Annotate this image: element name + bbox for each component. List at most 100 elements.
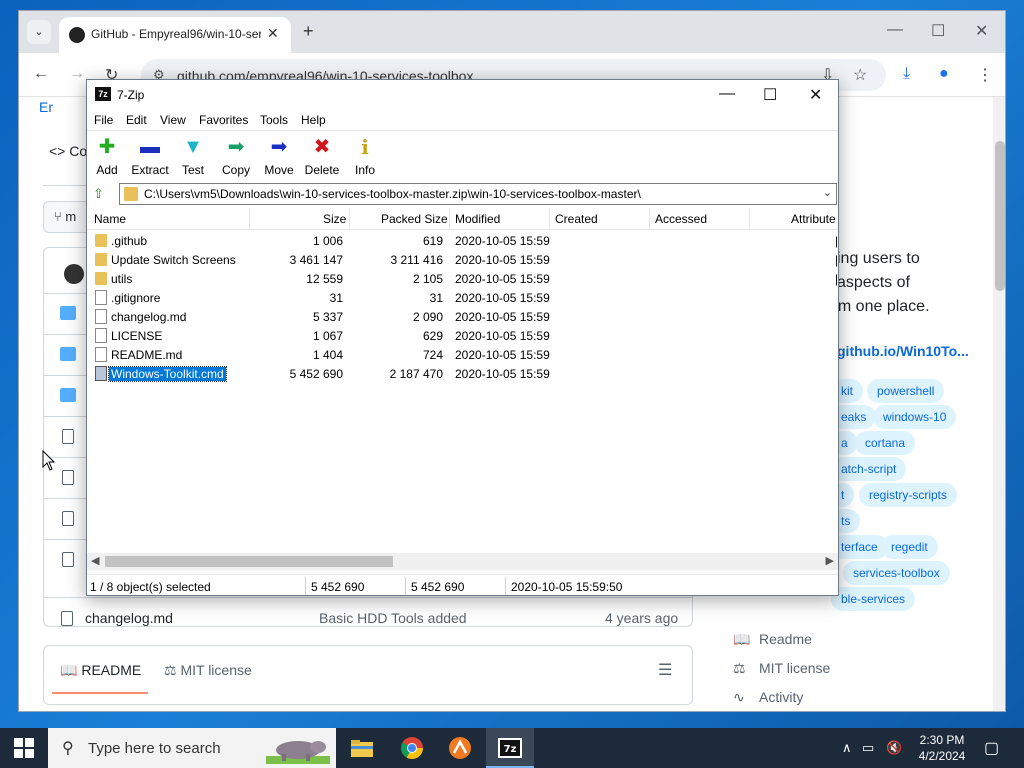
back-icon[interactable]: ← <box>33 65 49 83</box>
up-folder-icon[interactable]: ⇧ <box>93 186 109 202</box>
app-orange-icon[interactable] <box>436 728 484 768</box>
column-divider[interactable] <box>649 208 650 230</box>
tab-code[interactable]: <> Co <box>49 143 87 159</box>
topic-tag[interactable]: powershell <box>867 379 945 403</box>
column-accessed[interactable]: Accessed <box>655 212 707 226</box>
menu-edit[interactable]: Edit <box>126 113 147 127</box>
maximize-icon[interactable]: ☐ <box>931 21 945 41</box>
github-logo-icon <box>69 27 85 43</box>
delete-button[interactable]: ✖ Delete <box>299 135 345 177</box>
menu-help[interactable]: Help <box>301 113 326 127</box>
top-nav-link[interactable]: Er <box>39 99 53 115</box>
bookmark-star-icon[interactable]: ☆ <box>853 65 867 85</box>
file-explorer-icon[interactable] <box>338 728 386 768</box>
test-button[interactable]: ▼ Test <box>170 135 216 177</box>
avatar[interactable] <box>64 264 84 284</box>
minimize-icon[interactable]: — <box>719 85 735 103</box>
info-button[interactable]: i Info <box>342 135 388 177</box>
file-row[interactable]: LICENSE 1 067 629 2020-10-05 15:59 <box>87 326 838 345</box>
maximize-icon[interactable]: ☐ <box>763 85 777 105</box>
topic-tag[interactable]: ble-services <box>831 587 916 611</box>
profile-icon[interactable]: ● <box>939 65 949 83</box>
column-size[interactable]: Size <box>323 212 346 226</box>
scrollbar-thumb[interactable] <box>105 556 393 567</box>
column-divider[interactable] <box>449 208 450 230</box>
menu-kebab-icon[interactable]: ⋮ <box>977 65 993 85</box>
column-name[interactable]: Name <box>94 212 126 226</box>
page-scrollbar[interactable] <box>993 97 1005 711</box>
tab-readme[interactable]: 📖 README <box>60 662 141 679</box>
sidebar-link-license[interactable]: ⚖ MIT license <box>733 660 830 677</box>
file-packed-size: 2 105 <box>412 272 443 286</box>
topic-tag[interactable]: atch-script <box>831 457 907 481</box>
show-hidden-icons-icon[interactable]: ∧ <box>842 740 852 756</box>
commit-message[interactable]: Basic HDD Tools added <box>319 610 467 626</box>
path-field[interactable]: C:\Users\vm5\Downloads\win-10-services-t… <box>119 183 837 205</box>
volume-muted-icon[interactable]: 🔇 <box>886 740 902 756</box>
file-row[interactable]: README.md 1 404 724 2020-10-05 15:59 <box>87 345 838 364</box>
topic-tag[interactable]: cortana <box>855 431 916 455</box>
new-tab-icon[interactable]: + <box>303 21 314 42</box>
file-modified: 2020-10-05 15:59 <box>455 367 550 381</box>
copy-button[interactable]: ➡ Copy <box>213 135 259 177</box>
topic-tag[interactable]: terface <box>831 535 888 559</box>
minimize-icon[interactable]: — <box>887 21 903 39</box>
column-divider[interactable] <box>249 208 250 230</box>
column-attributes[interactable]: Attribute <box>791 212 836 226</box>
file-row[interactable]: utils 12 559 2 105 2020-10-05 15:59 | <box>87 269 838 288</box>
windows-start-icon[interactable] <box>14 738 34 758</box>
chrome-icon[interactable] <box>388 728 436 768</box>
scrollbar-thumb[interactable] <box>995 141 1005 291</box>
file-size: 1 006 <box>312 234 343 248</box>
chevron-down-icon[interactable]: ⌄ <box>823 186 832 199</box>
horizontal-scrollbar[interactable]: ◀ ▶ <box>87 553 838 570</box>
move-button[interactable]: ➡ Move <box>256 135 302 177</box>
sidebar-link-activity[interactable]: ∿ Activity <box>733 689 803 706</box>
file-row[interactable]: changelog.md 5 337 2 090 2020-10-05 15:5… <box>87 307 838 326</box>
menu-tools[interactable]: Tools <box>260 113 288 127</box>
taskbar-search[interactable]: ⚲ Type here to search <box>48 728 336 768</box>
title-bar[interactable]: 7z 7-Zip — ☐ ✕ <box>87 80 838 110</box>
column-divider[interactable] <box>549 208 550 230</box>
file-modified: 2020-10-05 15:59 <box>455 253 550 267</box>
list-item[interactable]: changelog.md Basic HDD Tools added 4 yea… <box>43 597 693 637</box>
close-icon[interactable]: ✕ <box>809 85 822 105</box>
tab-search-chevron-icon[interactable]: ⌄ <box>27 20 51 44</box>
column-divider[interactable] <box>749 208 750 230</box>
column-divider[interactable] <box>349 208 350 230</box>
scroll-right-icon[interactable]: ▶ <box>826 554 834 567</box>
column-created[interactable]: Created <box>555 212 598 226</box>
outline-icon[interactable]: ☰ <box>658 660 672 680</box>
extract-button[interactable]: ▬ Extract <box>127 135 173 177</box>
scroll-left-icon[interactable]: ◀ <box>91 554 99 567</box>
file-name[interactable]: changelog.md <box>85 610 173 626</box>
sidebar-link-readme[interactable]: 📖 Readme <box>733 631 812 648</box>
notifications-icon[interactable]: ▢ <box>984 738 999 758</box>
close-window-icon[interactable]: ✕ <box>975 21 988 41</box>
downloads-icon[interactable]: ⤓ <box>903 65 910 83</box>
menu-file[interactable]: File <box>94 113 113 127</box>
move-label: Move <box>264 163 294 177</box>
add-button[interactable]: ✚ Add <box>84 135 130 177</box>
file-row[interactable]: .github 1 006 619 2020-10-05 15:59 | <box>87 231 838 250</box>
7zip-taskbar-icon[interactable]: 7z <box>486 728 534 768</box>
column-modified[interactable]: Modified <box>455 212 500 226</box>
topic-tag[interactable]: regedit <box>881 535 938 559</box>
clock[interactable]: 2:30 PM 4/2/2024 <box>912 732 972 764</box>
network-icon[interactable]: ▭ <box>862 740 874 756</box>
browser-tab[interactable]: GitHub - Empyreal96/win-10-services-tool… <box>59 17 291 53</box>
tab-license[interactable]: ⚖ MIT license <box>164 662 252 679</box>
menu-view[interactable]: View <box>160 113 186 127</box>
menu-favorites[interactable]: Favorites <box>199 113 248 127</box>
about-website-link[interactable]: github.io/Win10To... <box>837 343 969 359</box>
tab-close-icon[interactable]: ✕ <box>267 25 279 42</box>
file-row[interactable]: .gitignore 31 31 2020-10-05 15:59 <box>87 288 838 307</box>
topic-tag[interactable]: windows-10 <box>873 405 957 429</box>
delete-label: Delete <box>304 163 340 177</box>
topic-tag[interactable]: registry-scripts <box>859 483 958 507</box>
forward-icon[interactable]: → <box>69 65 85 83</box>
column-packed-size[interactable]: Packed Size <box>381 212 448 226</box>
file-row[interactable]: Update Switch Screens 3 461 147 3 211 41… <box>87 250 838 269</box>
file-row-selected[interactable]: Windows-Toolkit.cmd 5 452 690 2 187 470 … <box>87 364 838 383</box>
topic-tag[interactable]: services-toolbox <box>843 561 950 585</box>
